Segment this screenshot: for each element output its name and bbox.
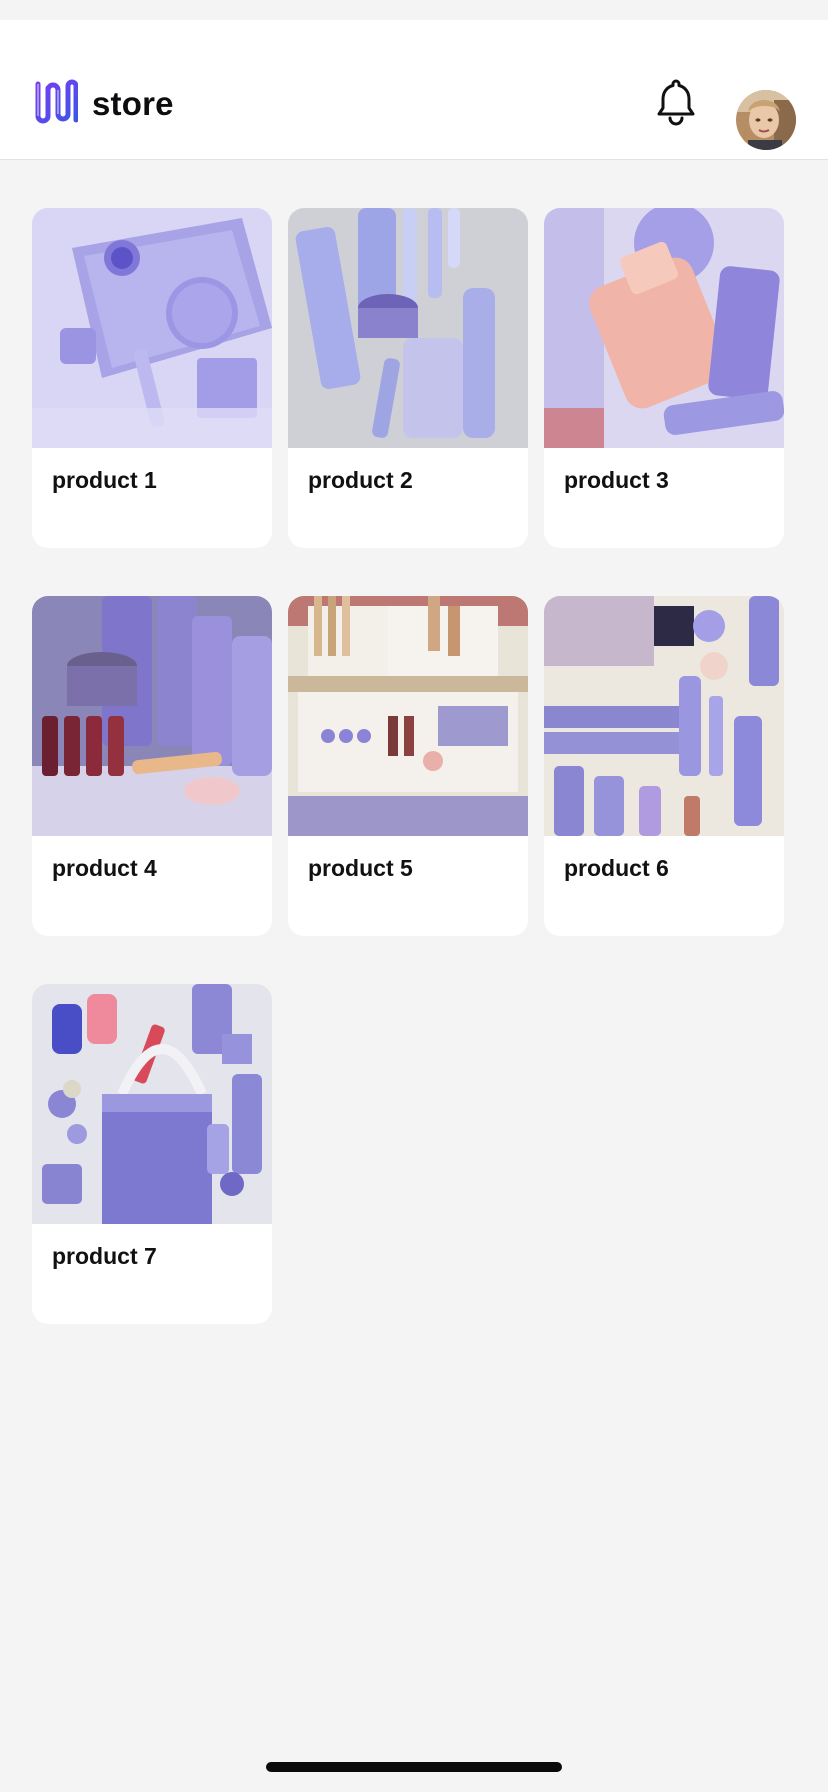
product-card[interactable]: product 5	[288, 596, 528, 936]
product-image	[544, 208, 784, 448]
product-image	[288, 596, 528, 836]
product-name: product 7	[52, 1243, 157, 1269]
app-header: store	[0, 20, 828, 160]
home-indicator[interactable]	[266, 1762, 562, 1772]
product-card[interactable]: product 3	[544, 208, 784, 548]
product-name: product 6	[564, 855, 669, 881]
product-name: product 4	[52, 855, 157, 881]
product-card[interactable]: product 4	[32, 596, 272, 936]
product-image	[544, 596, 784, 836]
product-card[interactable]: product 2	[288, 208, 528, 548]
user-avatar[interactable]	[736, 90, 796, 150]
product-image	[32, 984, 272, 1224]
product-name: product 1	[52, 467, 157, 493]
product-name: product 2	[308, 467, 413, 493]
product-card[interactable]: product 7	[32, 984, 272, 1324]
product-card[interactable]: product 1	[32, 208, 272, 548]
brand-logo-icon[interactable]	[32, 76, 78, 126]
page-title: store	[92, 85, 174, 122]
product-name: product 5	[308, 855, 413, 881]
product-image	[32, 208, 272, 448]
product-card[interactable]: product 6	[544, 596, 784, 936]
bell-icon[interactable]	[654, 76, 698, 126]
product-image	[288, 208, 528, 448]
product-name: product 3	[564, 467, 669, 493]
product-image	[32, 596, 272, 836]
status-bar	[0, 0, 828, 20]
